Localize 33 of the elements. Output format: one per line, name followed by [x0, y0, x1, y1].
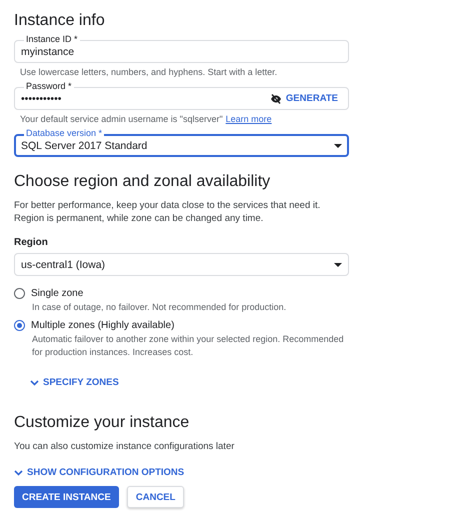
- helper-text: Use lowercase letters, numbers, and hyphens. Start with a letter.: [20, 67, 278, 77]
- region-label: Region: [14, 237, 49, 248]
- specify-zones-button[interactable]: SPECIFY ZONES: [30, 377, 119, 388]
- field-label: Password *: [24, 81, 74, 92]
- section-description: You can also customize instance configurations later: [14, 440, 236, 453]
- create-button[interactable]: CREATE INSTANCE: [14, 486, 119, 508]
- section-title: Instance info: [14, 11, 106, 31]
- learn-more-link[interactable]: Learn more: [226, 114, 272, 124]
- cancel-button[interactable]: CANCEL: [126, 486, 184, 508]
- option-description: In case of outage, no failover. Not recommended for production.: [32, 301, 288, 314]
- field-value: us-central1 (Iowa): [21, 258, 106, 270]
- dropdown-caret-icon: [334, 144, 342, 148]
- field-value: •••••••••••: [21, 92, 62, 104]
- chevron-icon: [30, 380, 39, 386]
- section-title: Customize your instance: [14, 413, 190, 433]
- generate-button[interactable]: GENERATE: [282, 93, 342, 104]
- eye-off-icon[interactable]: [270, 94, 282, 104]
- show-options-button[interactable]: SHOW CONFIGURATION OPTIONS: [14, 467, 184, 478]
- field-label: Instance ID *: [24, 34, 80, 45]
- region-select[interactable]: us-central1 (Iowa): [14, 253, 349, 276]
- option-description: Automatic failover to another zone within your selected region. Recommended for production instances. Increases cost.: [32, 333, 345, 359]
- section-title: Choose region and zonal availability: [14, 172, 272, 192]
- field-label: Database version *: [24, 128, 104, 139]
- helper-text: Your default service admin username is "sqlserver" Learn more: [20, 114, 273, 124]
- field-value: SQL Server 2017 Standard: [21, 140, 148, 152]
- radio-button[interactable]: [14, 320, 25, 331]
- chevron-icon: [14, 470, 23, 476]
- field-value: myinstance: [21, 46, 76, 58]
- radio-label[interactable]: Single zone: [31, 288, 84, 299]
- radio-label[interactable]: Multiple zones (Highly available): [31, 320, 174, 331]
- section-description: For better performance, keep your data close to the services that need it. Region is permanent, while zone can be changed any time.: [14, 199, 322, 225]
- dropdown-caret-icon: [334, 262, 342, 266]
- radio-button[interactable]: [14, 288, 25, 299]
